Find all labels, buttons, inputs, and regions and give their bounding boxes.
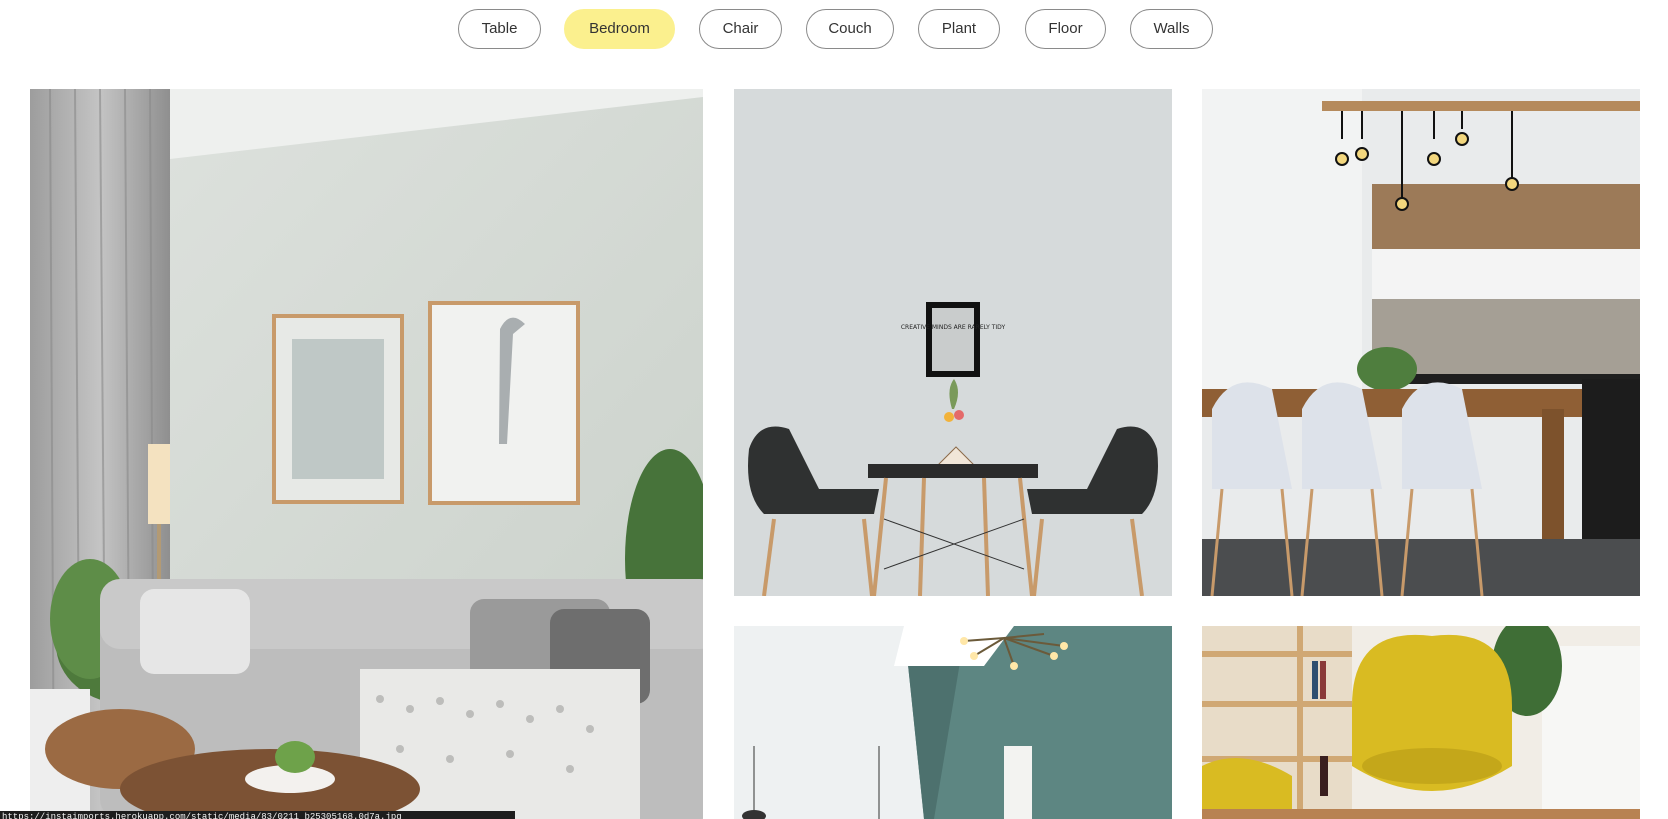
filter-chip-floor[interactable]: Floor — [1025, 9, 1106, 49]
teal-room-photo — [734, 626, 1172, 819]
filter-chip-table[interactable]: Table — [458, 9, 541, 49]
filter-chip-chair[interactable]: Chair — [699, 9, 782, 49]
yellow-armchairs-photo — [1202, 626, 1640, 819]
gallery-image-yellow-armchairs[interactable] — [1202, 626, 1640, 819]
gallery-image-living-room[interactable] — [30, 89, 703, 819]
quote-sign-text: CREATIVE MINDS ARE RARELY TIDY — [901, 324, 1006, 331]
kitchen-photo — [1202, 89, 1640, 596]
filter-bar: Table Bedroom Chair Couch Plant Floor Wa… — [0, 9, 1668, 49]
gallery-image-kitchen[interactable] — [1202, 89, 1640, 596]
dining-chairs-photo: CREATIVE MINDS ARE RARELY TIDY — [734, 89, 1172, 596]
living-room-photo — [30, 89, 703, 819]
filter-chip-bedroom[interactable]: Bedroom — [564, 9, 675, 49]
filter-chip-plant[interactable]: Plant — [918, 9, 1000, 49]
gallery-image-teal-room[interactable] — [734, 626, 1172, 819]
filter-chip-walls[interactable]: Walls — [1130, 9, 1213, 49]
filter-chip-couch[interactable]: Couch — [806, 9, 894, 49]
link-status-bar: https://instaimports.herokuapp.com/stati… — [0, 811, 515, 819]
gallery-image-dining-chairs[interactable]: CREATIVE MINDS ARE RARELY TIDY — [734, 89, 1172, 596]
